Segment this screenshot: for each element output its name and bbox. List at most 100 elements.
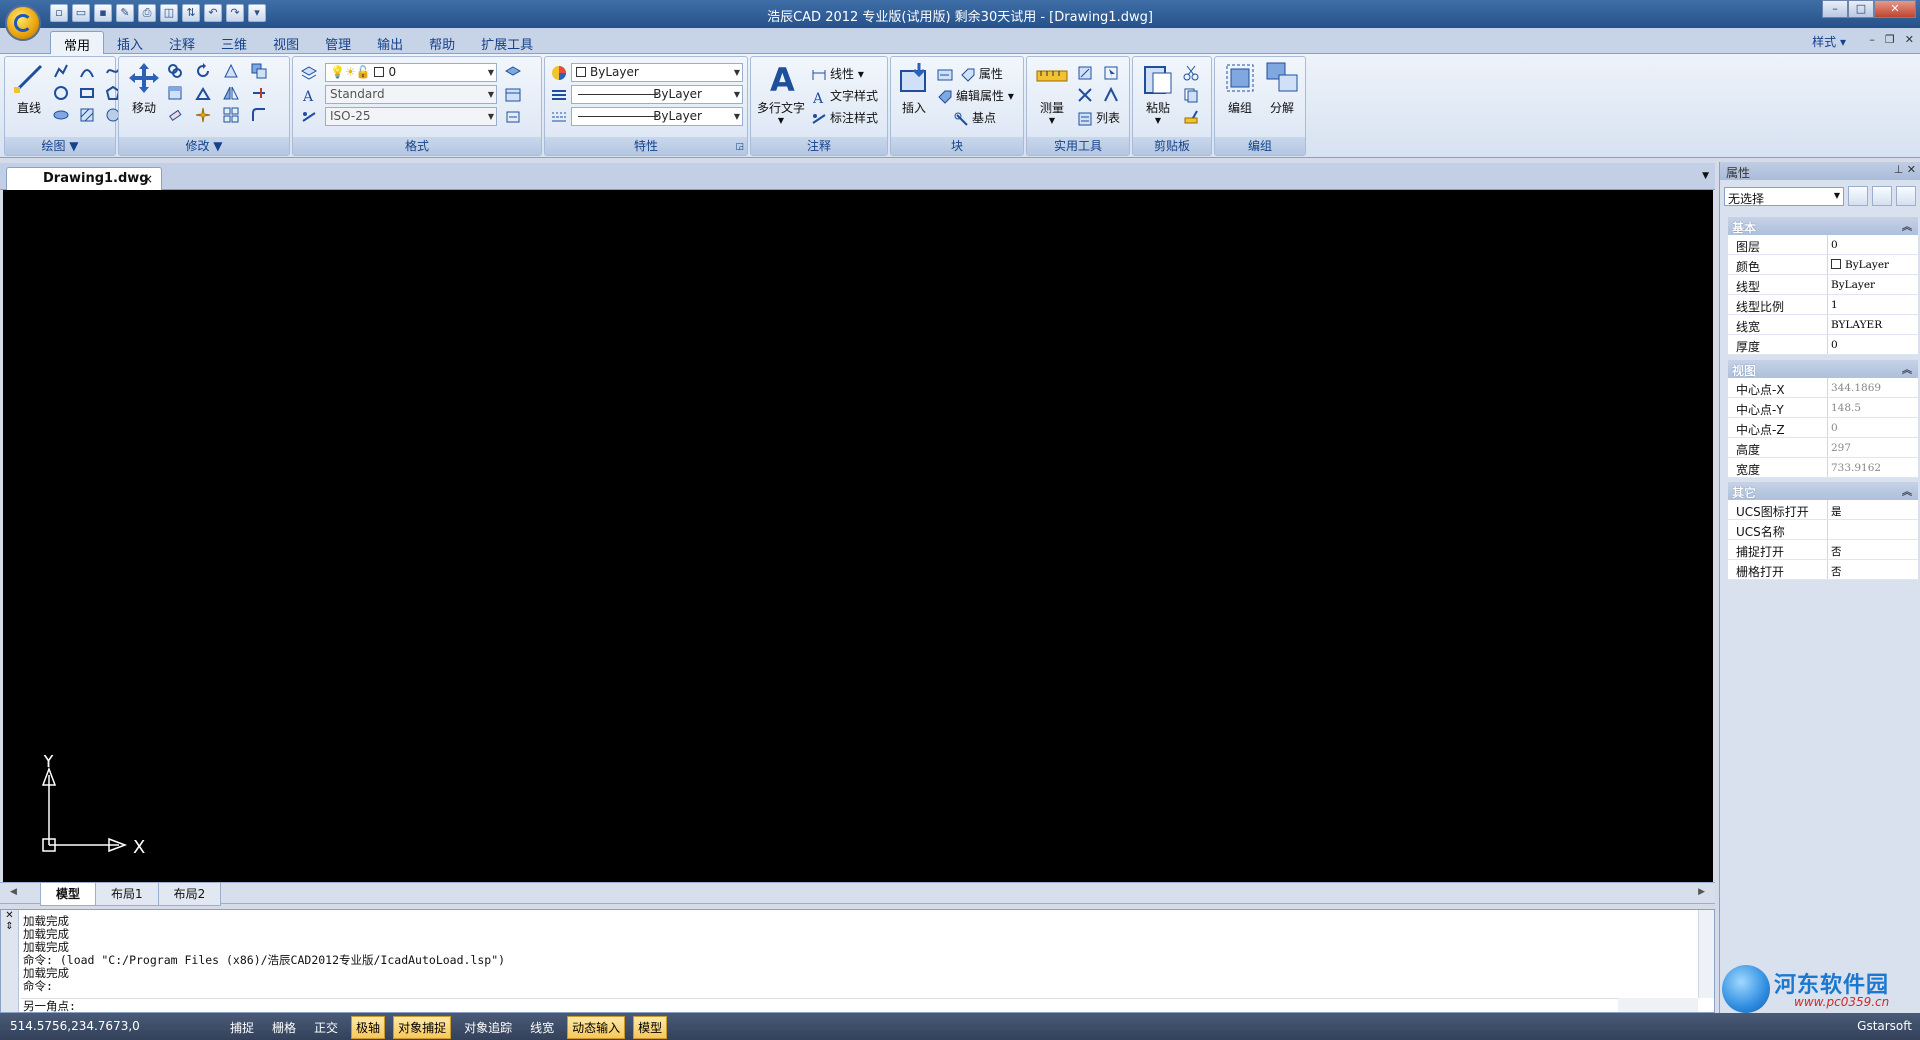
scroll-right-icon[interactable]: ▶ — [1698, 887, 1705, 897]
line-button[interactable]: 直线 — [10, 61, 48, 116]
property-row[interactable]: 高度 297 — [1728, 438, 1918, 458]
mtext-button[interactable]: A 多行文字 ▼ — [755, 61, 807, 125]
selection-dropdown[interactable]: 无选择 ▼ — [1724, 187, 1844, 206]
property-row[interactable]: 宽度 733.9162 — [1728, 458, 1918, 478]
collapse-icon[interactable]: ︽ — [1902, 218, 1912, 233]
match-properties-icon[interactable] — [1183, 109, 1199, 125]
insert-block-button[interactable]: 插入 — [895, 61, 933, 116]
array-icon[interactable] — [251, 63, 267, 79]
polyline-icon[interactable] — [53, 63, 69, 79]
toggle-snap[interactable]: 捕捉 — [225, 1016, 259, 1039]
copy-clip-icon[interactable] — [1183, 87, 1199, 103]
edit-attribute-button[interactable]: 编辑属性 ▾ — [937, 87, 1014, 105]
linetype-icon[interactable] — [551, 87, 567, 103]
property-row[interactable]: 线宽 BYLAYER — [1728, 315, 1918, 335]
property-row[interactable]: UCS图标打开是 — [1728, 500, 1918, 520]
ellipse-icon[interactable] — [53, 107, 69, 123]
layer-states-icon[interactable] — [505, 65, 521, 81]
group-modify-label[interactable]: 修改 ▼ — [119, 137, 289, 155]
copy-icon[interactable] — [167, 63, 183, 79]
property-row[interactable]: 栅格打开否 — [1728, 560, 1918, 580]
base-point-button[interactable]: 基点 — [953, 109, 996, 127]
rectangle-icon[interactable] — [79, 85, 95, 101]
dim-style-button[interactable]: 标注样式 — [811, 109, 878, 127]
text-style-button[interactable]: A 文字样式 — [811, 87, 878, 105]
select-objects-icon[interactable] — [1872, 186, 1892, 206]
property-row[interactable]: 中心点-X 344.1869 — [1728, 378, 1918, 398]
close-button[interactable]: ✕ — [1874, 0, 1916, 18]
property-row[interactable]: 厚度 0 — [1728, 335, 1918, 355]
table-style-icon[interactable] — [505, 87, 521, 103]
stretch-icon[interactable] — [167, 85, 183, 101]
offset-grid-icon[interactable] — [223, 107, 239, 123]
maximize-button[interactable]: □ — [1848, 0, 1874, 18]
properties-launcher-icon[interactable]: ◲ — [735, 142, 744, 152]
group-draw-label[interactable]: 绘图 ▼ — [5, 137, 115, 155]
mirror-icon[interactable] — [223, 85, 239, 101]
section-view-title[interactable]: 视图 ︽ — [1728, 360, 1918, 378]
command-hscrollbar[interactable] — [1618, 998, 1698, 1012]
fillet-icon[interactable] — [251, 107, 267, 123]
property-row[interactable]: 捕捉打开否 — [1728, 540, 1918, 560]
command-window-handle[interactable]: ✕ ⇕ — [1, 910, 19, 1012]
toggle-osnap[interactable]: 对象捕捉 — [393, 1016, 452, 1039]
command-input[interactable]: 另一角点: — [21, 998, 1641, 1013]
lineweight-icon[interactable] — [551, 109, 567, 125]
close-icon[interactable]: × — [143, 172, 153, 186]
tab-layout2[interactable]: 布局2 — [157, 883, 222, 906]
move-button[interactable]: 移动 — [125, 61, 163, 116]
color-wheel-icon[interactable] — [551, 65, 567, 81]
toggle-polar[interactable]: 极轴 — [351, 1016, 386, 1039]
tab-layout1[interactable]: 布局1 — [95, 883, 159, 906]
property-row[interactable]: 图层 0 — [1728, 235, 1918, 255]
measure-button[interactable]: 测量 ▼ — [1033, 61, 1071, 125]
toggle-dynamic-input[interactable]: 动态输入 — [567, 1016, 626, 1039]
lineweight-combo[interactable]: ByLayer ▼ — [571, 107, 743, 126]
scroll-left-icon[interactable]: ◀ — [10, 887, 17, 897]
property-row[interactable]: 线型 ByLayer — [1728, 275, 1918, 295]
hatch-icon[interactable] — [79, 107, 95, 123]
property-row[interactable]: 中心点-Y 148.5 — [1728, 398, 1918, 418]
multileader-style-icon[interactable] — [505, 109, 521, 125]
id-point-icon[interactable] — [1077, 65, 1093, 81]
property-row[interactable]: UCS名称 — [1728, 520, 1918, 540]
property-row[interactable]: 线型比例 1 — [1728, 295, 1918, 315]
toggle-pickadd-icon[interactable] — [1848, 186, 1868, 206]
quick-select-icon[interactable] — [1103, 65, 1119, 81]
erase-icon[interactable] — [167, 107, 183, 123]
layer-combo[interactable]: 💡☀🔓 0 ▼ — [325, 63, 497, 82]
layer-manager-icon[interactable] — [301, 65, 317, 81]
select-cycle-icon[interactable] — [1103, 87, 1119, 103]
text-style-combo[interactable]: Standard ▼ — [325, 85, 497, 104]
color-combo[interactable]: ByLayer ▼ — [571, 63, 743, 82]
section-basic-title[interactable]: 基本 ︽ — [1728, 217, 1918, 235]
drawing-canvas[interactable]: Y X — [3, 190, 1713, 882]
paste-button[interactable]: 粘贴 ▼ — [1139, 61, 1177, 125]
trim-icon[interactable] — [223, 63, 239, 79]
group-button[interactable]: 编组 — [1221, 61, 1259, 116]
explode-small-icon[interactable] — [195, 107, 211, 123]
distance-icon[interactable] — [1077, 87, 1093, 103]
tab-model[interactable]: 模型 — [40, 883, 97, 906]
toggle-otrack[interactable]: 对象追踪 — [459, 1016, 517, 1039]
rotate-icon[interactable] — [195, 63, 211, 79]
property-row[interactable]: 颜色 ByLayer — [1728, 255, 1918, 275]
dim-style-combo[interactable]: ISO-25 ▼ — [325, 107, 497, 126]
linetype-combo[interactable]: ByLayer ▼ — [571, 85, 743, 104]
define-attribute-button[interactable]: 属性 — [937, 65, 1003, 83]
circle-icon[interactable] — [53, 85, 69, 101]
chevron-down-icon[interactable]: ▼ — [1702, 171, 1709, 181]
explode-button[interactable]: 分解 — [1263, 61, 1301, 116]
toggle-lineweight[interactable]: 线宽 — [525, 1016, 559, 1039]
toggle-model[interactable]: 模型 — [633, 1016, 668, 1039]
cut-icon[interactable] — [1183, 65, 1199, 81]
style-menu[interactable]: 样式 ▾ — [1812, 33, 1846, 50]
property-row[interactable]: 中心点-Z 0 — [1728, 418, 1918, 438]
minimize-button[interactable]: – — [1822, 0, 1848, 18]
tab-drawing1[interactable]: Drawing1.dwg × — [6, 167, 162, 190]
linear-dim-button[interactable]: 线性 ▾ — [811, 65, 864, 83]
quick-select-panel-icon[interactable] — [1896, 186, 1916, 206]
ribbon-minimize-icon[interactable]: – — [1869, 33, 1875, 46]
collapse-icon[interactable]: ︽ — [1902, 483, 1912, 498]
toggle-ortho[interactable]: 正交 — [309, 1016, 343, 1039]
